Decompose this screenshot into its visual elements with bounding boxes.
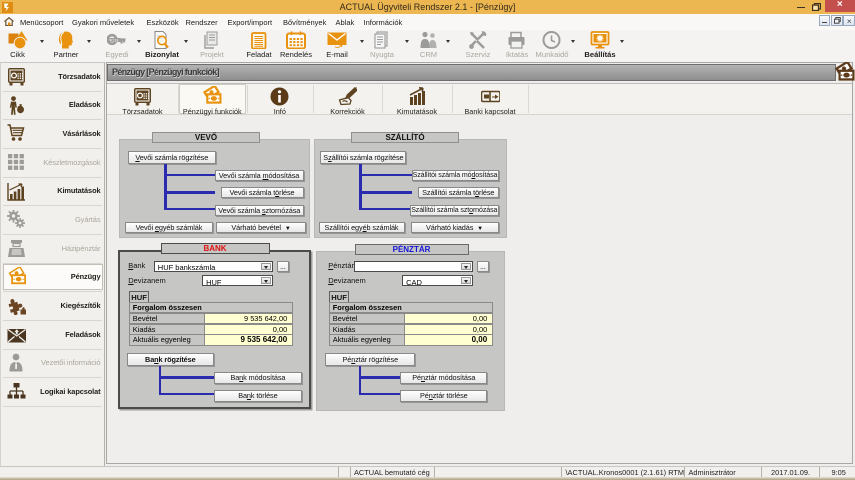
svg-text:0110: 0110 [110, 40, 119, 44]
